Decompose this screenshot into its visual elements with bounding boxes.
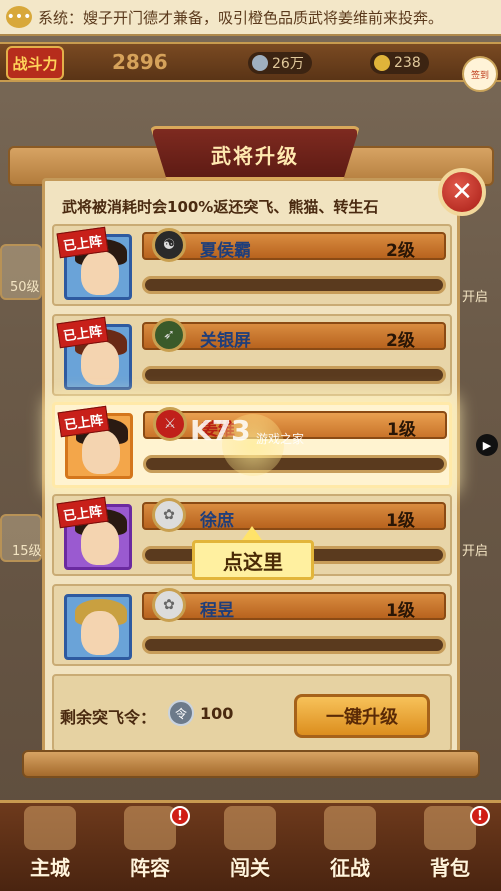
general-row-0[interactable]: 已上阵 ☯ 夏侯霸 2级 xyxy=(52,224,452,306)
general-level: 2级 xyxy=(386,241,415,261)
nav-item-campaign[interactable]: 征战 xyxy=(300,800,400,891)
silver-coin-icon xyxy=(252,55,268,71)
power-label: 战斗力 xyxy=(6,46,64,80)
power-value: 2896 xyxy=(112,50,168,74)
warrior-icon: ⚔ xyxy=(153,407,187,441)
bow-icon: ➶ xyxy=(152,318,186,352)
ingot-counter[interactable]: 238 xyxy=(370,52,429,74)
alert-badge: ! xyxy=(170,806,190,826)
general-name: 程昱 xyxy=(200,601,234,621)
side-label-1: 开启 xyxy=(462,290,489,305)
battle-icon xyxy=(324,806,376,850)
nav-item-bag[interactable]: ! 背包 xyxy=(400,800,500,891)
token-icon: 令 xyxy=(168,700,194,726)
dialog-bottom-rail xyxy=(22,750,480,778)
refund-notice: 武将被消耗时会100%返还突飞、熊猫、转生石 xyxy=(62,198,379,216)
nav-item-city[interactable]: 主城 xyxy=(0,800,100,891)
nav-label: 征战 xyxy=(330,856,370,880)
general-level: 2级 xyxy=(386,331,415,351)
general-level: 1级 xyxy=(386,511,415,531)
signin-label: 签到 xyxy=(470,70,489,81)
general-name: 夏侯霸 xyxy=(200,241,251,261)
ingot-value: 238 xyxy=(394,55,421,71)
close-icon: ✕ xyxy=(451,177,473,207)
general-level: 1级 xyxy=(387,420,416,440)
watermark-logo: K73 xyxy=(190,414,251,447)
general-name: 徐庶 xyxy=(200,511,234,531)
guide-tooltip[interactable]: 点这里 xyxy=(192,540,314,580)
system-marquee: ••• 系统：嫂子开门德才兼备，吸引橙色品质武将姜维前来投奔。 xyxy=(0,0,501,36)
castle-icon xyxy=(24,806,76,850)
bag-icon xyxy=(424,806,476,850)
speech-bubble-icon: ••• xyxy=(6,6,32,28)
coin-counter[interactable]: 26万 xyxy=(248,52,312,74)
close-button[interactable]: ✕ xyxy=(438,168,486,216)
gold-ingot-icon xyxy=(374,55,390,71)
tooltip-arrow-icon xyxy=(242,526,262,540)
nav-item-lineup[interactable]: ! 阵容 xyxy=(100,800,200,891)
exp-bar xyxy=(143,455,447,473)
alert-badge: ! xyxy=(470,806,490,826)
watermark-sub: 游戏之家 xyxy=(256,432,305,446)
lineup-icon xyxy=(124,806,176,850)
nav-item-stages[interactable]: 闯关 xyxy=(200,800,300,891)
general-row-1[interactable]: 已上阵 ➶ 关银屏 2级 xyxy=(52,314,452,396)
play-icon[interactable]: ▶ xyxy=(476,434,498,456)
coin-value: 26万 xyxy=(272,56,304,72)
nav-label: 阵容 xyxy=(130,856,170,880)
yinyang-icon: ☯ xyxy=(152,228,186,262)
side-level-1: 50级 xyxy=(10,280,40,295)
nav-label: 背包 xyxy=(430,856,470,880)
flower-icon: ✿ xyxy=(152,498,186,532)
power-bar: 战斗力 2896 26万 238 xyxy=(0,42,501,82)
scroll-icon xyxy=(224,806,276,850)
general-row-4[interactable]: ✿ 程昱 1级 xyxy=(52,584,452,666)
side-label-2: 开启 xyxy=(462,544,489,559)
signin-button[interactable]: 签到 xyxy=(462,56,498,92)
marquee-text: 系统：嫂子开门德才兼备，吸引橙色品质武将姜维前来投奔。 xyxy=(38,8,444,27)
exp-bar xyxy=(142,366,446,384)
general-name: 关银屏 xyxy=(200,331,251,351)
side-level-2: 15级 xyxy=(12,544,42,559)
general-portrait xyxy=(64,594,132,660)
flower-icon: ✿ xyxy=(152,588,186,622)
nav-label: 闯关 xyxy=(230,856,270,880)
general-level: 1级 xyxy=(386,601,415,621)
remain-value: 100 xyxy=(200,704,234,723)
onekey-upgrade-button[interactable]: 一键升级 xyxy=(294,694,430,738)
dialog-title: 武将升级 xyxy=(211,144,299,168)
remain-label: 剩余突飞令： xyxy=(60,708,157,727)
exp-bar xyxy=(142,276,446,294)
nav-label: 主城 xyxy=(30,856,70,880)
exp-bar xyxy=(142,636,446,654)
